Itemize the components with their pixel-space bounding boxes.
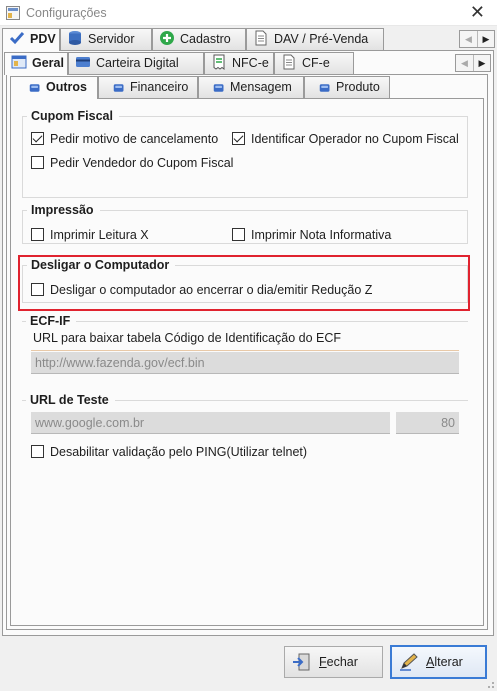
scroll-left-icon[interactable]: ◀ [460,31,477,47]
ecf-if-group: ECF-IF [22,314,468,328]
tab-dav[interactable]: DAV / Pré-Venda [246,28,384,50]
database-icon [69,31,81,45]
receipt-icon [213,54,225,70]
document-icon [255,30,267,46]
window-titlebar: Configurações ✕ [0,0,497,26]
url-teste-title: URL de Teste [26,393,115,407]
tab-financeiro-label: Financeiro [130,80,189,94]
scroll-left-icon[interactable]: ◀ [456,55,473,71]
tab-pdv[interactable]: PDV [2,28,60,51]
sub-tabs-scroll: ◀ ▶ [455,54,491,72]
scroll-right-icon[interactable]: ▶ [477,31,494,47]
pedir-vendedor-checkbox[interactable]: Pedir Vendedor do Cupom Fiscal [31,156,233,170]
tab-dav-label: DAV / Pré-Venda [274,32,369,46]
tab-produto-label: Produto [336,80,380,94]
inner-tabs: Outros Financeiro Mensagem Produto [0,76,497,99]
sub-tabs: Geral Carteira Digital NFC-e CF-e ◀ ▶ [0,52,497,75]
resize-grip-icon[interactable] [485,679,495,689]
identificar-operador-label: Identificar Operador no Cupom Fiscal [251,132,459,146]
tab-carteira-label: Carteira Digital [96,56,179,70]
tab-marker-icon [29,84,40,92]
fechar-button[interactable]: Fechar [284,646,383,678]
main-tabs: PDV Servidor Cadastro DAV / Pré-Venda ◀ … [0,28,497,51]
nota-informativa-label: Imprimir Nota Informativa [251,228,392,242]
ecf-if-title: ECF-IF [26,314,77,328]
scroll-right-icon[interactable]: ▶ [473,55,490,71]
tab-marker-icon [319,84,330,92]
tab-financeiro[interactable]: Financeiro [98,76,198,98]
tab-marker-icon [213,84,224,92]
tab-pdv-label: PDV [30,32,56,46]
checkbox-unchecked-icon [31,156,44,169]
check-icon [9,32,25,45]
url-teste-field[interactable]: www.google.com.br [31,412,390,434]
tab-cfe[interactable]: CF-e [274,52,354,74]
alterar-label: lterar [434,655,463,669]
checkbox-unchecked-icon [31,445,44,458]
tab-mensagem[interactable]: Mensagem [198,76,304,98]
ecf-url-field[interactable]: http://www.fazenda.gov/ecf.bin [31,352,459,374]
tab-geral[interactable]: Geral [4,52,68,75]
plus-circle-icon [160,31,174,45]
url-teste-group: URL de Teste [22,393,468,407]
desabilitar-ping-label: Desabilitar validação pelo PING(Utilizar… [50,445,308,459]
tab-cfe-label: CF-e [302,56,330,70]
leitura-x-checkbox[interactable]: Imprimir Leitura X [31,228,149,242]
impressao-title: Impressão [27,203,100,217]
document-icon [283,54,295,70]
card-icon [76,57,90,67]
ecf-url-label: URL para baixar tabela Código de Identif… [33,331,342,345]
pedir-motivo-checkbox[interactable]: Pedir motivo de cancelamento [31,132,218,146]
nota-informativa-checkbox[interactable]: Imprimir Nota Informativa [232,228,391,242]
pen-icon [400,653,418,671]
cupom-fiscal-title: Cupom Fiscal [27,109,119,123]
window-icon [11,55,27,69]
tab-nfce-label: NFC-e [232,56,269,70]
tab-servidor[interactable]: Servidor [60,28,152,50]
tab-cadastro-label: Cadastro [180,32,231,46]
accent-line [31,350,459,351]
desabilitar-ping-checkbox[interactable]: Desabilitar validação pelo PING(Utilizar… [31,445,307,459]
main-tabs-scroll: ◀ ▶ [459,30,495,48]
tab-outros-label: Outros [46,80,87,94]
checkbox-checked-icon [31,132,44,145]
app-icon [6,6,20,20]
tab-servidor-label: Servidor [88,32,135,46]
highlight-box [18,255,470,311]
close-icon[interactable]: ✕ [470,2,485,23]
tab-cadastro[interactable]: Cadastro [152,28,246,50]
leitura-x-label: Imprimir Leitura X [50,228,149,242]
tab-nfce[interactable]: NFC-e [204,52,274,74]
tab-marker-icon [113,84,124,92]
fechar-label: echar [326,655,358,669]
checkbox-unchecked-icon [31,228,44,241]
tab-produto[interactable]: Produto [304,76,390,98]
fechar-mnemonic: F [319,655,327,669]
port-field[interactable]: 80 [396,412,459,434]
window-title: Configurações [26,6,107,20]
checkbox-unchecked-icon [232,228,245,241]
tab-outros[interactable]: Outros [10,76,98,99]
tab-geral-label: Geral [32,56,64,70]
exit-door-icon [293,653,310,671]
pedir-vendedor-label: Pedir Vendedor do Cupom Fiscal [50,156,234,170]
checkbox-checked-icon [232,132,245,145]
alterar-button[interactable]: Alterar [390,645,487,679]
identificar-operador-checkbox[interactable]: Identificar Operador no Cupom Fiscal [232,132,459,146]
pedir-motivo-label: Pedir motivo de cancelamento [50,132,219,146]
tab-carteira-digital[interactable]: Carteira Digital [68,52,204,74]
tab-mensagem-label: Mensagem [230,80,292,94]
